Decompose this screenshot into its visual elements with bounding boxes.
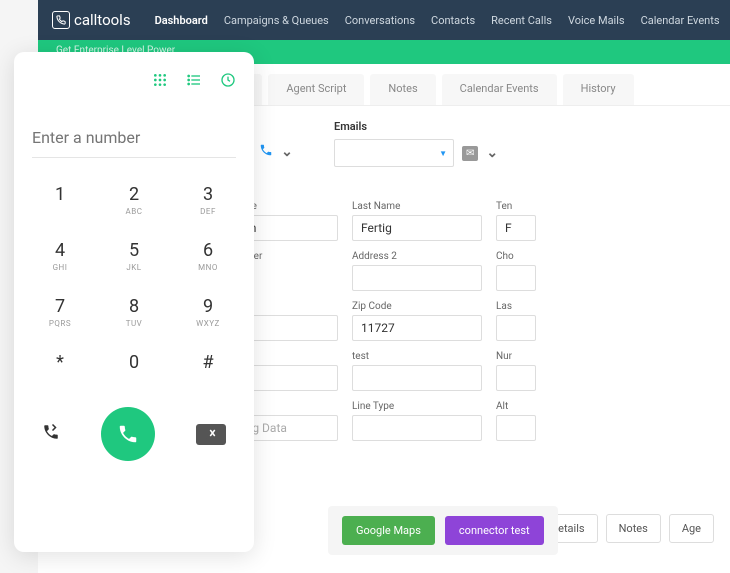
action-buttons: Google Maps connector test: [328, 506, 558, 555]
dialer-keypad: 1 2ABC 3DEF 4GHI 5JKL 6MNO 7PQRS 8TUV 9W…: [32, 178, 236, 381]
nav-dashboard[interactable]: Dashboard: [155, 14, 208, 27]
tab-agent-script[interactable]: Agent Script: [268, 74, 364, 105]
tab-notes[interactable]: Notes: [370, 74, 435, 105]
nav-conversations[interactable]: Conversations: [345, 14, 415, 27]
email-select[interactable]: ▼: [334, 139, 454, 167]
top-navbar: calltools Dashboard Campaigns & Queues C…: [38, 0, 730, 40]
main-nav: Dashboard Campaigns & Queues Conversatio…: [155, 14, 720, 27]
nav-campaigns[interactable]: Campaigns & Queues: [224, 14, 329, 27]
notes-button[interactable]: Notes: [606, 514, 661, 543]
key-4[interactable]: 4GHI: [32, 234, 88, 278]
key-hash[interactable]: #: [180, 346, 236, 381]
dialer-panel: 1 2ABC 3DEF 4GHI 5JKL 6MNO 7PQRS 8TUV 9W…: [14, 52, 254, 552]
alt-field[interactable]: [496, 415, 536, 441]
key-3[interactable]: 3DEF: [180, 178, 236, 222]
tab-calendar-events[interactable]: Calendar Events: [442, 74, 557, 105]
key-star[interactable]: *: [32, 346, 88, 381]
last-name-field[interactable]: [352, 215, 482, 241]
list-icon[interactable]: [186, 72, 202, 92]
key-0[interactable]: 0: [106, 346, 162, 381]
key-5[interactable]: 5JKL: [106, 234, 162, 278]
key-2[interactable]: 2ABC: [106, 178, 162, 222]
test2-field[interactable]: [352, 365, 482, 391]
backspace-button[interactable]: [196, 424, 226, 445]
key-9[interactable]: 9WXYZ: [180, 290, 236, 334]
envelope-icon[interactable]: ✉: [462, 146, 478, 161]
phone-logo-icon: [52, 11, 70, 29]
las-field[interactable]: [496, 315, 536, 341]
emails-label: Emails: [334, 120, 714, 133]
logo-text: calltools: [74, 11, 131, 29]
age-button[interactable]: Age: [669, 514, 714, 543]
caret-down-icon: ▼: [439, 149, 447, 158]
nav-calendar[interactable]: Calendar Events: [641, 14, 720, 27]
connector-test-button[interactable]: connector test: [445, 516, 544, 545]
key-1[interactable]: 1: [32, 178, 88, 222]
logo[interactable]: calltools: [52, 11, 131, 29]
call-back-icon[interactable]: [42, 423, 60, 445]
tab-history[interactable]: History: [563, 74, 634, 105]
address2-field[interactable]: [352, 265, 482, 291]
google-maps-button[interactable]: Google Maps: [342, 516, 435, 545]
ten-field[interactable]: [496, 215, 536, 241]
cho-field[interactable]: [496, 265, 536, 291]
call-button[interactable]: [101, 407, 155, 461]
chevron-down-icon[interactable]: ⌄: [486, 145, 498, 161]
chevron-down-icon[interactable]: ⌄: [281, 144, 293, 160]
nav-voicemails[interactable]: Voice Mails: [568, 14, 625, 27]
nav-contacts[interactable]: Contacts: [431, 14, 475, 27]
nur-field[interactable]: [496, 365, 536, 391]
key-6[interactable]: 6MNO: [180, 234, 236, 278]
line-type-field[interactable]: [352, 415, 482, 441]
phone-icon[interactable]: [259, 143, 273, 161]
key-7[interactable]: 7PQRS: [32, 290, 88, 334]
dialer-number-input[interactable]: [32, 122, 236, 158]
zip-field[interactable]: [352, 315, 482, 341]
key-8[interactable]: 8TUV: [106, 290, 162, 334]
history-icon[interactable]: [220, 72, 236, 92]
dialpad-icon[interactable]: [152, 72, 168, 92]
nav-recent-calls[interactable]: Recent Calls: [491, 14, 552, 27]
